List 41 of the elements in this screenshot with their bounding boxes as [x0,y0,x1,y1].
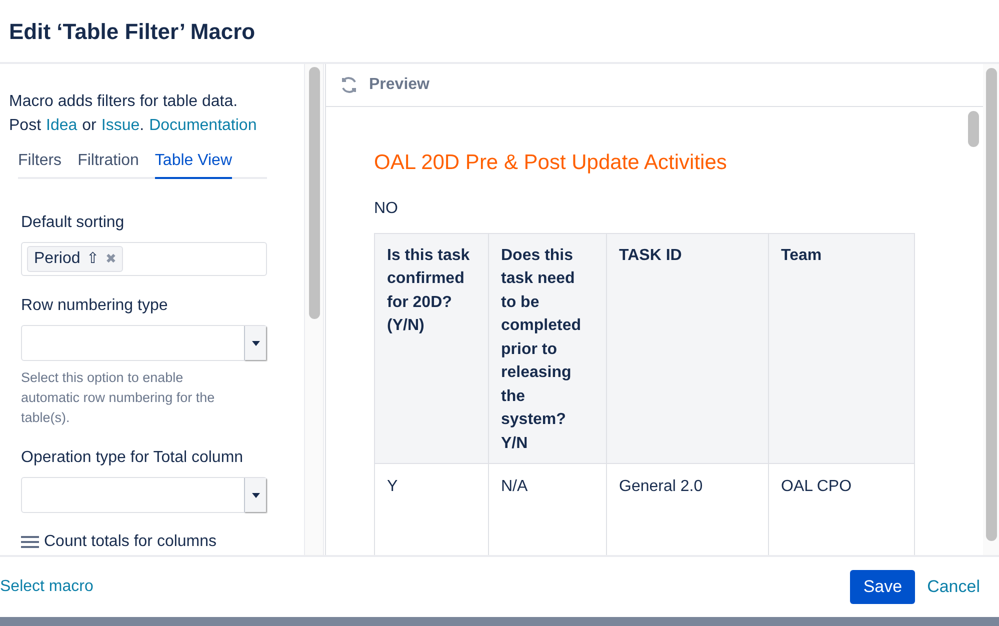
caret-icon [252,340,260,346]
tab[interactable]: Filtration [78,146,139,179]
table-cell: Y [374,463,488,555]
menu-icon [21,536,39,548]
dialog-title: Edit ‘Table Filter’ Macro [9,18,256,46]
column-header: Is this task confirmed for 20D? (Y/N) [374,233,488,463]
page-heading: OAL 20D Pre & Post Update Activities [374,150,728,176]
column-header: TASK ID [606,233,768,463]
sort-ascending-icon: ⇧ [86,248,100,270]
refresh-icon[interactable] [339,75,359,95]
cancel-link[interactable]: Cancel [927,574,980,600]
link[interactable]: Documentation [149,114,257,138]
tab[interactable]: Table View [154,146,232,179]
post-label: Post [9,116,42,136]
save-button[interactable]: Save [850,570,916,604]
intro-text: Macro adds filters for table data. [9,92,239,112]
scrollbar-thumb[interactable] [986,68,996,541]
joiner-text: or [82,116,96,136]
link[interactable]: Idea [46,114,78,138]
select-macro-link[interactable]: Select macro [0,575,94,599]
tag-label: Period [34,249,80,269]
preview-title: Preview [369,75,430,95]
caret-icon [252,492,260,498]
column-header: Team [768,233,914,463]
tag-input-field[interactable]: Period ⇧ ✖ [21,242,267,276]
help-text: Select this option to enable automatic row numbering for the table(s). [21,369,216,427]
field-label: Operation type for Total column [21,448,244,468]
field-label: Row numbering type [21,296,169,316]
scrollbar-thumb[interactable] [308,67,320,319]
select-field[interactable] [21,325,267,361]
scrollbar-thumb[interactable] [968,111,978,147]
field-label: Default sorting [21,213,126,233]
count-totals-button[interactable]: Count totals for columns [21,530,217,554]
note-text: NO [374,198,399,218]
tab[interactable]: Filters [18,146,62,179]
select-field[interactable] [21,477,267,513]
dropdown-button[interactable] [244,326,266,360]
link[interactable]: Issue [101,114,140,138]
period-text: . [140,116,144,136]
dropdown-button[interactable] [244,478,266,512]
column-header: Does this task need to be completed prior to releasing the system? Y/N [488,233,606,463]
